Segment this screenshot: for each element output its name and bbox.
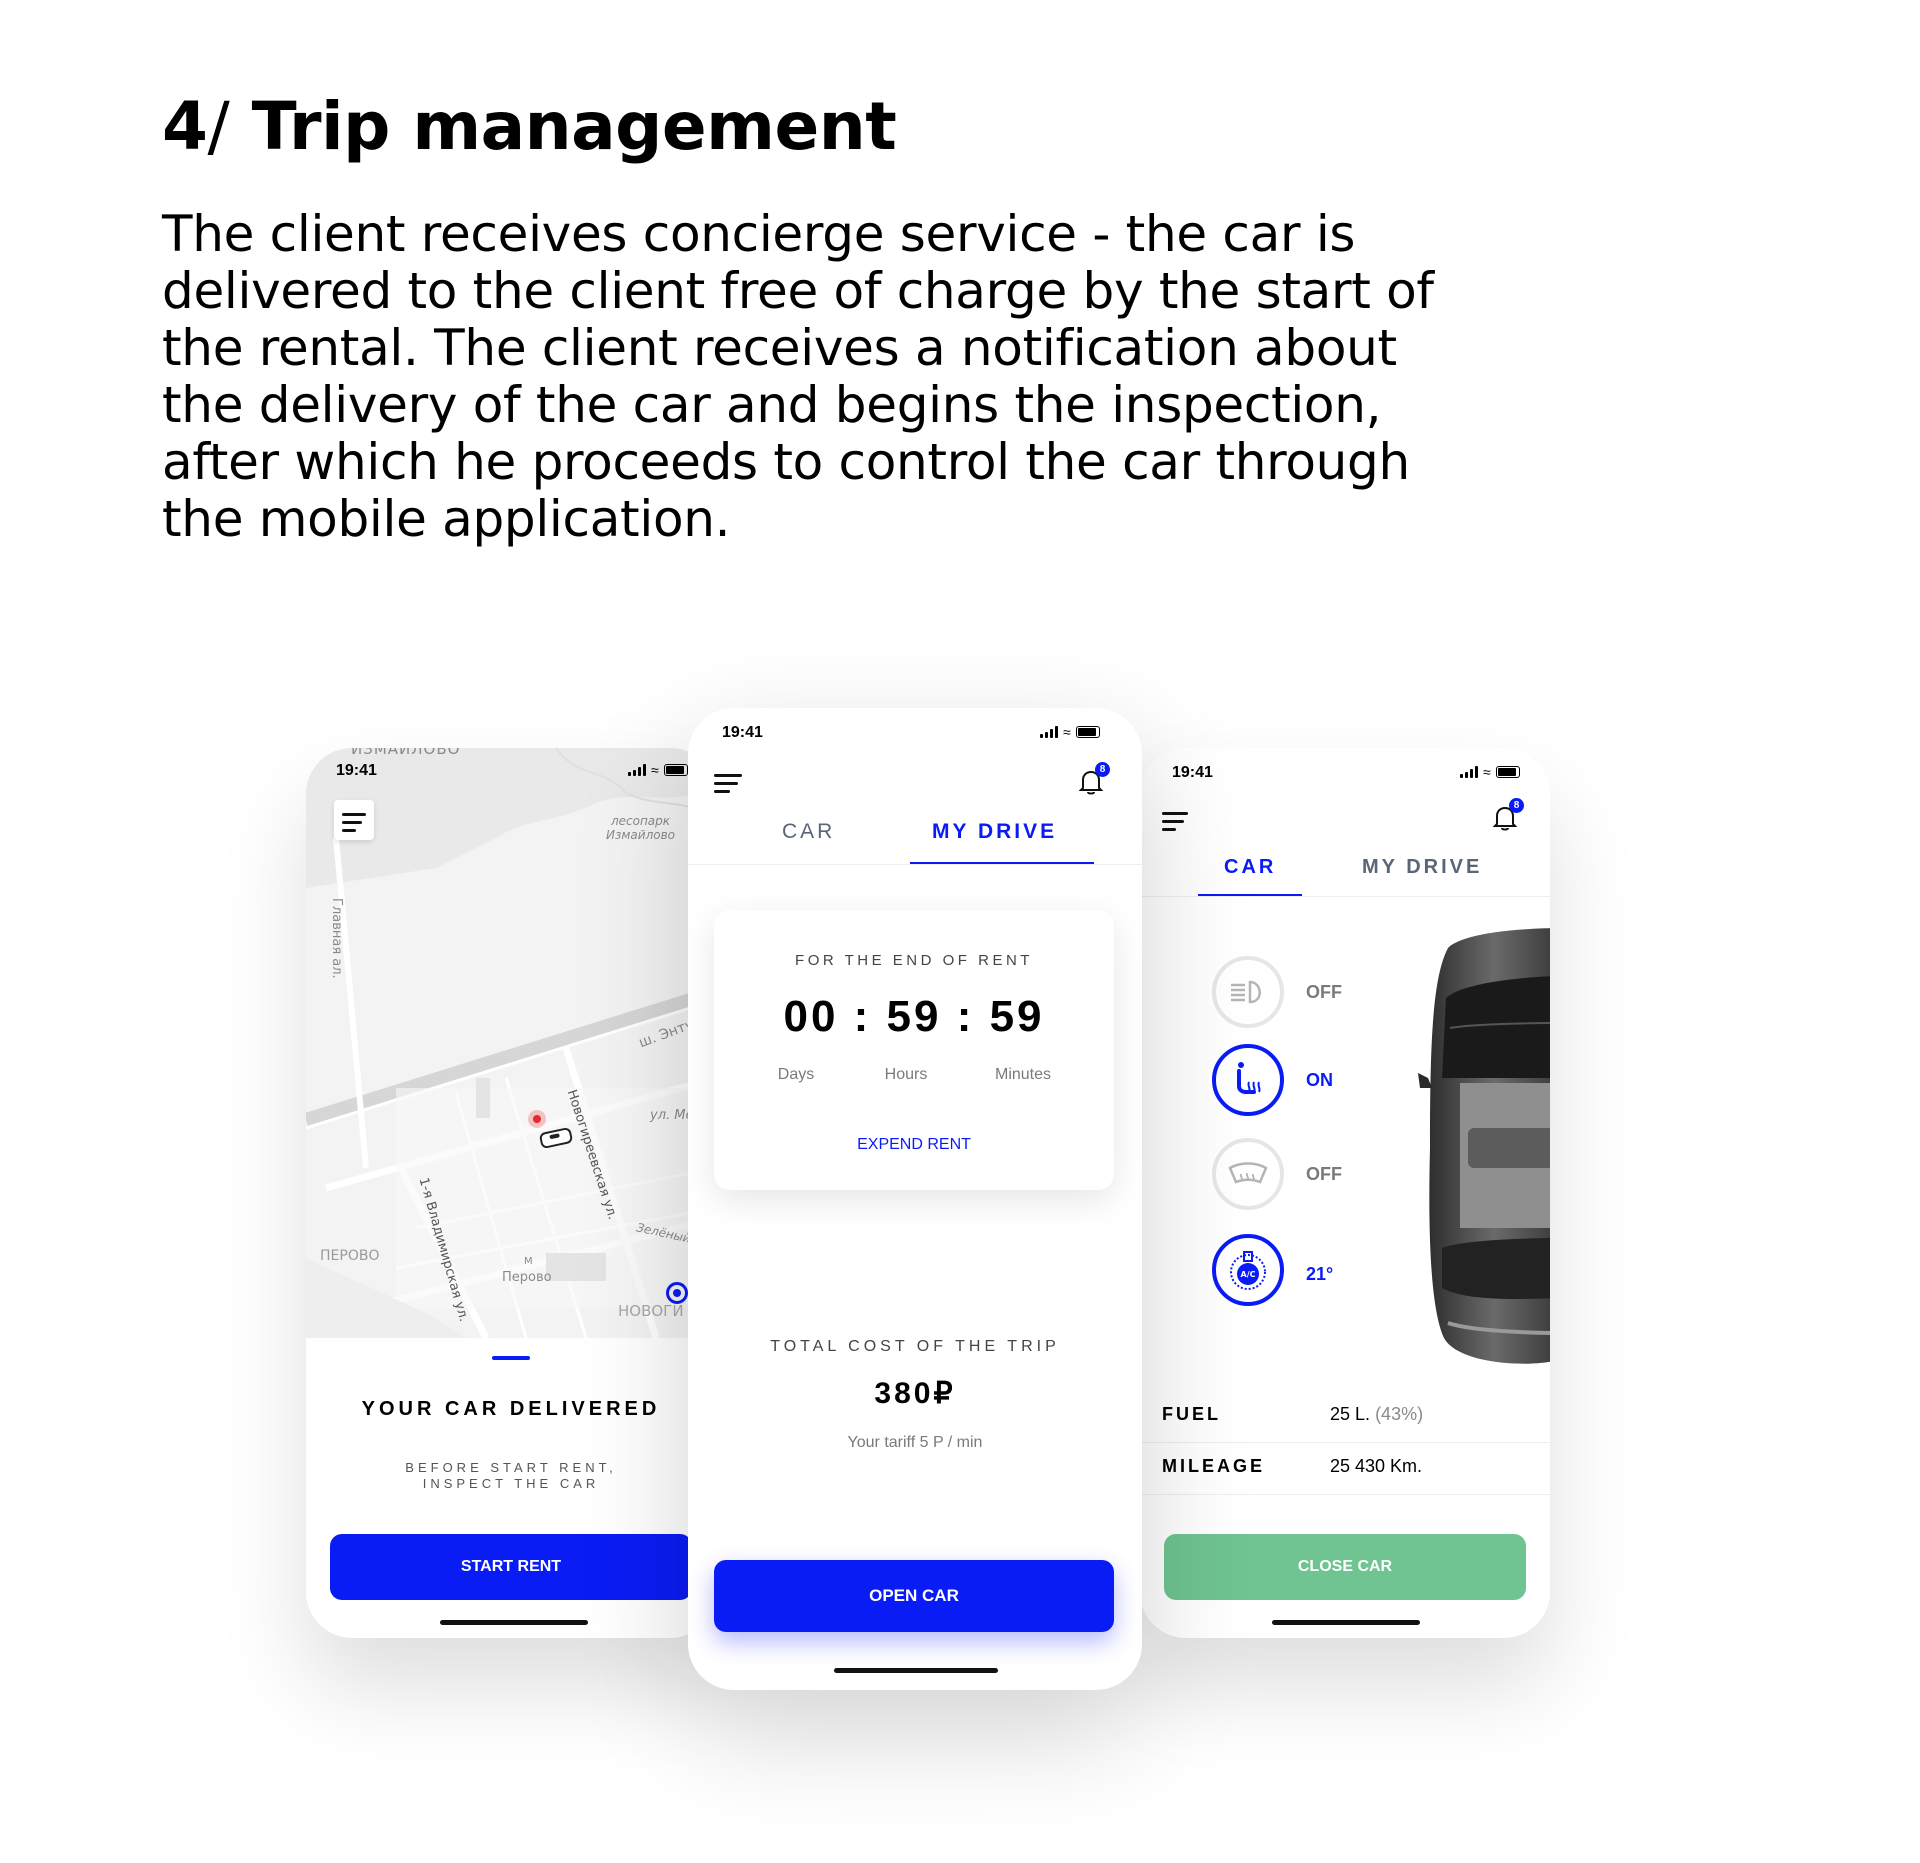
fuel-percent: (43%) — [1375, 1404, 1424, 1424]
mileage-value: 25 430 Km. — [1330, 1456, 1423, 1476]
wifi-icon: ≈ — [1483, 764, 1491, 780]
fuel-value-row: 25 L. (43%) — [1330, 1404, 1423, 1425]
total-cost-value: 380₽ — [874, 1377, 956, 1410]
tabs-divider — [1140, 896, 1550, 897]
status-icons: ≈ — [628, 762, 688, 778]
battery-icon — [663, 764, 688, 776]
menu-icon — [342, 813, 366, 837]
map-label-lesopark: лесопарк Измайлово — [606, 814, 675, 842]
spec-divider — [1140, 1442, 1550, 1443]
phone-car-controls-screen: 19:41 ≈ 8 CAR MY DRIVE OFF ON OFF A/C 21… — [1140, 748, 1550, 1638]
total-cost-label: TOTAL COST OF THE TRIP — [770, 1338, 1060, 1355]
map-label-perovo-station: Перово — [502, 1270, 552, 1285]
fuel-value: 25 L. — [1330, 1404, 1371, 1424]
spec-divider — [1140, 1494, 1550, 1495]
control-windshield[interactable] — [1212, 1138, 1284, 1210]
control-climate[interactable]: A/C — [1212, 1234, 1284, 1306]
climate-control-icon: A/C — [1230, 1251, 1266, 1290]
signal-icon — [1460, 766, 1478, 778]
notification-badge: 8 — [1509, 798, 1524, 813]
battery-icon — [1075, 726, 1100, 738]
timer-unit-days: Days — [777, 1066, 815, 1083]
wifi-icon: ≈ — [1063, 724, 1071, 740]
status-time: 19:41 — [336, 762, 377, 779]
windshield-state: OFF — [1306, 1164, 1342, 1184]
map-label-glavnaya: Главная ал. — [329, 898, 344, 979]
map-label-izmailovo: ИЗМАЙЛОВО — [351, 748, 461, 758]
tab-my-drive[interactable]: MY DRIVE — [932, 820, 1057, 844]
wifi-icon: ≈ — [651, 762, 659, 778]
tabs-divider — [688, 864, 1142, 865]
map-label-perovo-district: ПЕРОВО — [320, 1248, 380, 1264]
tab-my-drive[interactable]: MY DRIVE — [1362, 856, 1482, 879]
delivered-title: YOUR CAR DELIVERED — [361, 1398, 661, 1420]
close-car-button[interactable]: CLOSE CAR — [1164, 1534, 1526, 1600]
phone-delivery-screen: ИЗМАЙЛОВО лесопарк Измайлово Главная ал.… — [306, 748, 716, 1638]
menu-icon[interactable] — [714, 774, 742, 798]
menu-icon[interactable] — [1162, 812, 1188, 836]
seat-heating-icon — [1237, 1062, 1261, 1094]
metro-icon: М — [524, 1256, 533, 1267]
headlight-icon — [1231, 980, 1261, 1004]
status-time: 19:41 — [722, 724, 763, 741]
menu-button[interactable] — [334, 800, 374, 840]
intro-text: The client receives concierge service - … — [162, 205, 1434, 548]
signal-icon — [1040, 726, 1058, 738]
rent-timer-card: FOR THE END OF RENT 00 : 59 : 59 Days Ho… — [714, 910, 1114, 1190]
notifications-bell-icon[interactable]: 8 — [1492, 798, 1524, 832]
timer-unit-minutes: Minutes — [994, 1066, 1052, 1083]
status-time: 19:41 — [1172, 764, 1213, 781]
map-label-novogireevo: НОВОГИ — [618, 1302, 684, 1320]
status-icons: ≈ — [1040, 724, 1100, 740]
location-pin-icon — [528, 1110, 546, 1128]
seat-heating-state: ON — [1306, 1070, 1333, 1090]
control-headlights[interactable] — [1212, 956, 1284, 1028]
notification-badge: 8 — [1095, 762, 1110, 777]
delivered-subtitle: BEFORE START RENT, INSPECT THE CAR — [405, 1460, 617, 1491]
home-indicator — [1272, 1620, 1420, 1625]
section-title: Trip management — [251, 88, 897, 165]
locate-me-icon[interactable] — [666, 1282, 688, 1304]
start-rent-button[interactable]: START RENT — [330, 1534, 692, 1600]
climate-temperature: 21° — [1306, 1264, 1334, 1284]
timer-value: 00 : 59 : 59 — [783, 992, 1045, 1041]
home-indicator — [440, 1620, 588, 1625]
page-title: 4/ Trip management — [162, 88, 897, 165]
sheet-handle[interactable] — [492, 1356, 530, 1360]
home-indicator — [834, 1668, 998, 1673]
timer-label: FOR THE END OF RENT — [795, 952, 1033, 969]
tariff-text: Your tariff 5 P / min — [847, 1434, 983, 1451]
map-label-ul-me: ул. Ме — [650, 1108, 694, 1123]
fuel-label: FUEL — [1162, 1404, 1221, 1424]
expend-rent-link[interactable]: EXPEND RENT — [714, 1136, 1114, 1154]
headlights-state: OFF — [1306, 982, 1342, 1002]
svg-text:A/C: A/C — [1241, 1270, 1256, 1279]
car-top-view-image — [1418, 928, 1550, 1364]
windshield-heating-icon — [1228, 1162, 1268, 1184]
battery-icon — [1495, 766, 1520, 778]
mileage-label: MILEAGE — [1162, 1456, 1266, 1476]
phone-my-drive-screen: 19:41 ≈ 8 CAR MY DRIVE FOR THE END OF RE… — [688, 708, 1142, 1690]
signal-icon — [628, 764, 646, 776]
timer-unit-hours: Hours — [884, 1066, 928, 1083]
status-icons: ≈ — [1460, 764, 1520, 780]
control-seat-heating[interactable] — [1212, 1044, 1284, 1116]
title-slash: / — [207, 88, 230, 165]
tab-car[interactable]: CAR — [782, 820, 835, 844]
open-car-button[interactable]: OPEN CAR — [714, 1560, 1114, 1632]
notifications-bell-icon[interactable]: 8 — [1078, 762, 1110, 796]
section-number: 4 — [162, 88, 208, 165]
tab-car[interactable]: CAR — [1224, 856, 1276, 879]
